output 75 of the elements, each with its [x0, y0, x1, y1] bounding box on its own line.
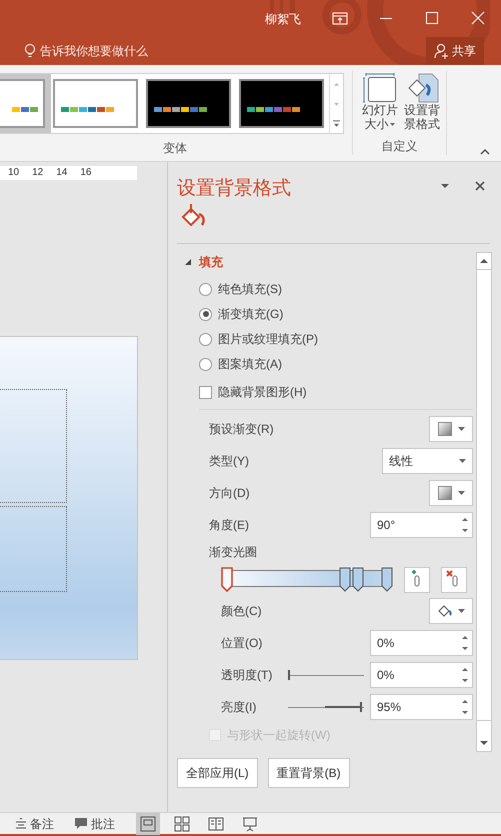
pane-button[interactable]: 重置背景(B) [268, 758, 350, 788]
scrollbar[interactable] [476, 252, 492, 752]
person-add-icon [434, 43, 450, 59]
caret-icon [459, 459, 466, 463]
normal-view-button[interactable] [136, 812, 160, 834]
radio-button[interactable] [199, 308, 212, 320]
remove-stop-button[interactable] [441, 567, 467, 593]
format-background-button[interactable]: 设置背 景格式 [403, 73, 441, 131]
lightbulb-icon [24, 43, 36, 59]
ruler-number: 12 [32, 168, 44, 178]
gradient-swatch-icon [438, 422, 452, 436]
setting-label: 预设渐变(R) [209, 421, 275, 438]
checkbox[interactable] [199, 386, 212, 398]
radio-label[interactable]: 图片或纹理填充(P) [218, 330, 318, 348]
paint-bucket-icon [438, 604, 452, 618]
slide-size-button[interactable]: 幻灯片 大小 [361, 73, 399, 131]
group-label: 变体 [163, 140, 187, 157]
setting-label: 角度(E) [209, 517, 250, 534]
type-dropdown[interactable]: 线性 [382, 448, 473, 474]
radio-button[interactable] [199, 358, 212, 370]
slide-frame-icon [363, 73, 397, 103]
caret-icon [458, 427, 464, 431]
radio-button[interactable] [199, 282, 212, 296]
share-button[interactable]: 共享 [426, 37, 484, 65]
add-stop-button[interactable] [404, 567, 430, 593]
spin-arrows[interactable] [460, 515, 470, 535]
group-label: 自定义 [382, 138, 418, 155]
color-dropdown[interactable] [429, 598, 473, 624]
ruler-number: 16 [80, 168, 92, 178]
variant-thumbnail[interactable] [146, 79, 231, 128]
variant-thumbnail[interactable] [53, 79, 138, 128]
gradient-stop-handle[interactable] [381, 567, 393, 593]
speech-bubble-icon [74, 817, 88, 830]
expand-icon[interactable] [184, 258, 192, 266]
slider-track[interactable] [288, 670, 364, 680]
caret-icon [458, 491, 464, 495]
lines-icon [15, 818, 27, 830]
spin-arrows[interactable] [460, 665, 470, 685]
setting-label: 亮度(I) [221, 699, 258, 716]
radio-button[interactable] [199, 332, 212, 346]
spin-arrows[interactable] [460, 633, 470, 653]
scroll-thumb[interactable] [477, 269, 491, 721]
ruler-number: 10 [8, 168, 20, 178]
caret-icon [458, 609, 464, 613]
gradient-swatch-icon [438, 486, 452, 500]
setting-label: 位置(O) [221, 635, 264, 652]
pane-button[interactable]: 全部应用(L) [177, 758, 258, 788]
setting-label: 类型(Y) [209, 453, 250, 470]
gradient-dropdown[interactable] [429, 416, 473, 442]
setting-label: 颜色(C) [221, 603, 263, 620]
comments-button[interactable]: 批注 [74, 814, 115, 832]
slider-track[interactable] [288, 702, 364, 712]
spin-arrows[interactable] [460, 697, 470, 717]
gradient-dropdown[interactable] [429, 480, 473, 506]
slider-thumb[interactable] [360, 702, 362, 712]
variant-thumbnail[interactable] [239, 79, 324, 128]
pane-title: 设置背景格式 [177, 177, 292, 201]
radio-label[interactable]: 图案填充(A) [218, 355, 282, 373]
radio-label[interactable]: 渐变填充(G) [218, 305, 284, 323]
gradient-stop-handle[interactable] [352, 567, 364, 593]
tell-me-search[interactable]: 告诉我你想要做什么 [40, 42, 148, 60]
user-name: 柳絮飞 [265, 10, 301, 28]
gradient-stop-handle[interactable] [339, 567, 352, 593]
gradient-stops-label: 渐变光圈 [209, 544, 258, 561]
paint-bucket-icon[interactable] [180, 203, 208, 229]
ruler-number: 14 [56, 168, 68, 178]
setting-label: 透明度(T) [221, 667, 274, 684]
radio-label[interactable]: 纯色填充(S) [218, 280, 282, 298]
gradient-stop-handle[interactable] [221, 567, 233, 593]
gradient-stop-bar[interactable] [221, 566, 393, 594]
setting-label: 方向(D) [209, 485, 251, 502]
notes-button[interactable]: 备注 [15, 814, 54, 832]
section-header[interactable]: 填充 [199, 253, 223, 271]
checkbox-label[interactable]: 隐藏背景图形(H) [218, 383, 307, 401]
collapse-ribbon-button[interactable] [479, 147, 491, 155]
